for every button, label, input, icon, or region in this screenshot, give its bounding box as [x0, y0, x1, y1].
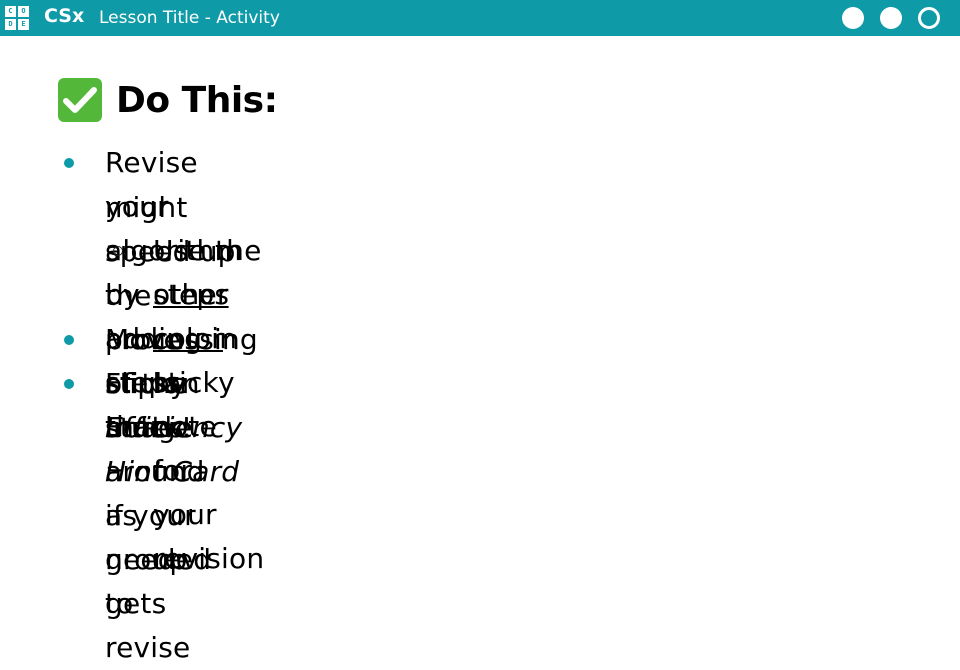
- brand-name: CSx: [44, 5, 85, 27]
- list-item-4-pre: Flip an: [105, 367, 200, 400]
- top-bar: C O D E CSx Lesson Title - Activity: [0, 0, 960, 36]
- check-mark-icon: [58, 78, 102, 122]
- list-item-4-post: if your group gets: [105, 499, 196, 620]
- sub-bullet-icon: [113, 246, 123, 256]
- bullet-icon: [64, 158, 74, 168]
- logo-letter: D: [5, 19, 16, 30]
- progress-dot-2: [880, 7, 902, 29]
- logo-letter: C: [5, 6, 16, 17]
- code-logo: C O D E: [5, 6, 31, 30]
- progress-dot-1: [842, 7, 864, 29]
- progress-dot-3: [918, 7, 940, 29]
- bullet-icon: [64, 335, 74, 345]
- list-item-4-line-1: Flip an Efficiency Hint Card if your gro…: [105, 362, 242, 626]
- bullet-icon: [64, 379, 74, 389]
- list-item-2-pre: Use the: [153, 234, 262, 267]
- check-mark-glyph: [63, 87, 97, 113]
- logo-letter: O: [18, 6, 29, 17]
- lesson-title: Lesson Title - Activity: [99, 8, 280, 28]
- logo-letter: E: [18, 19, 29, 30]
- heading-text: Do This:: [116, 79, 278, 121]
- list-item-2-line-2: steps: [153, 278, 230, 311]
- list-item-4-line-2: stuck!: [105, 411, 193, 444]
- slide-heading: Do This:: [58, 78, 278, 122]
